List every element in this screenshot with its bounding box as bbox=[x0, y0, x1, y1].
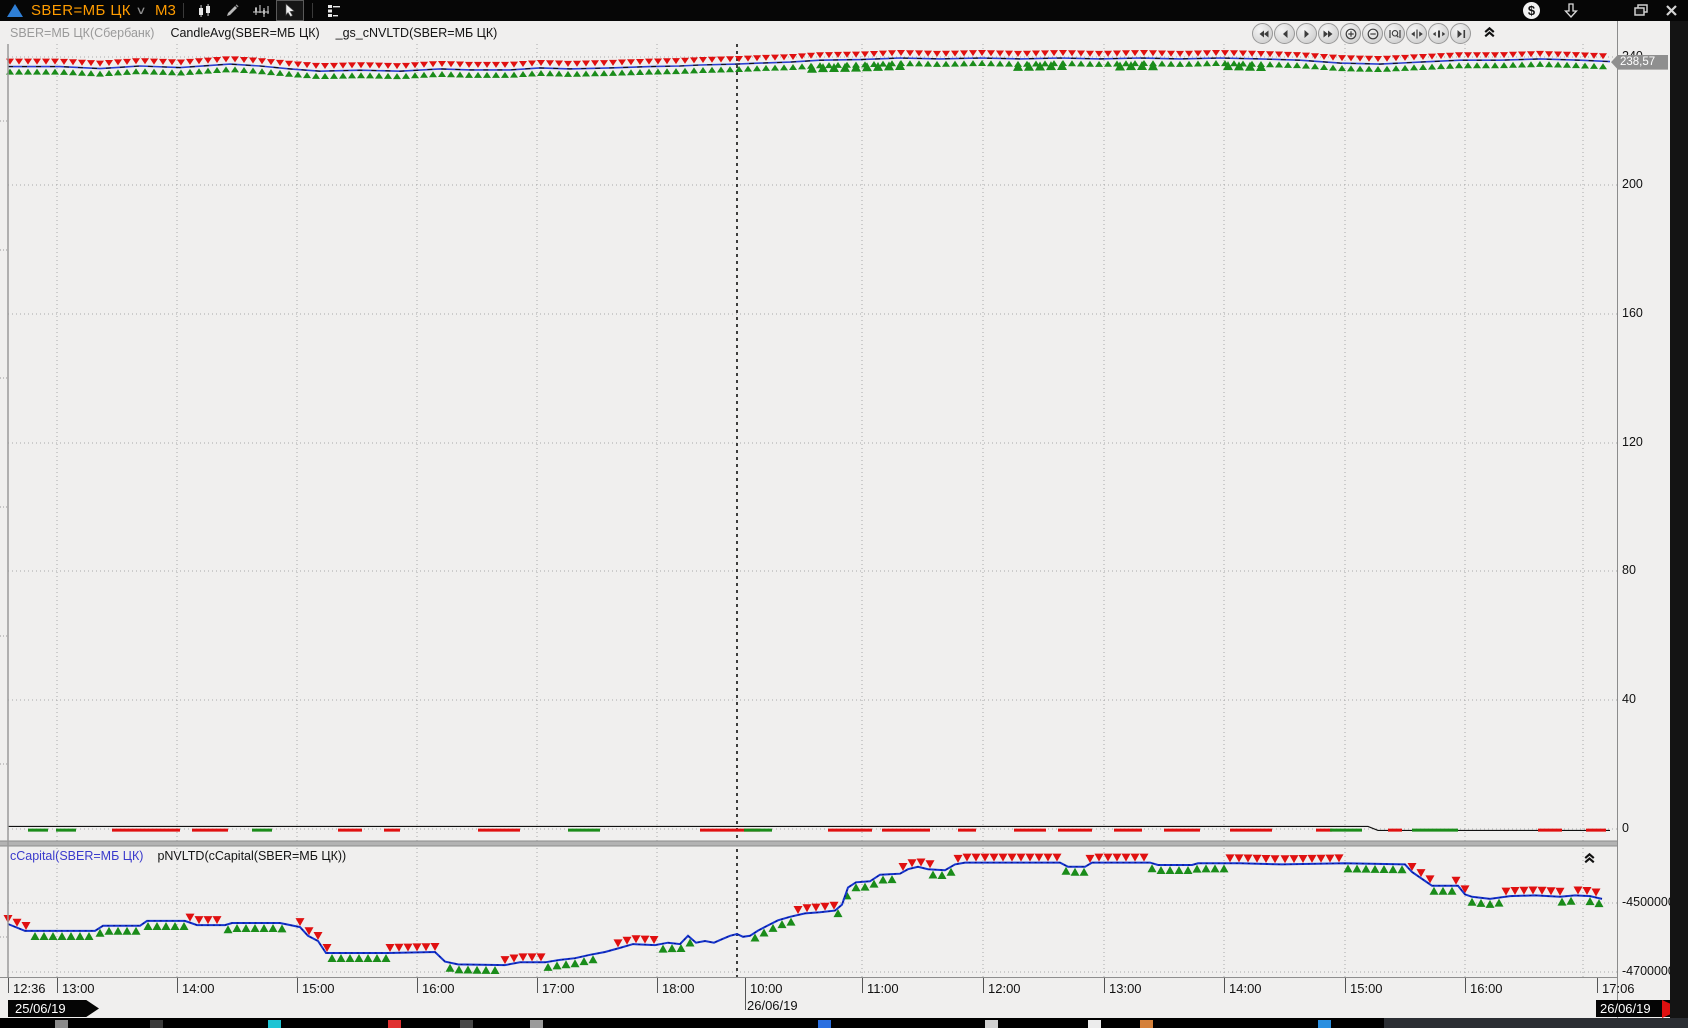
window-right-edge bbox=[1670, 21, 1688, 1018]
sub-chart-legend: cCapital(SBER=МБ ЦК) pNVLTD(cCapital(SBER… bbox=[10, 849, 346, 863]
time-tick bbox=[537, 978, 538, 993]
time-label: 11:00 bbox=[867, 981, 899, 996]
last-price-tag: 238,57 bbox=[1611, 55, 1668, 70]
y-axis-label: 200 bbox=[1622, 177, 1643, 191]
time-tick bbox=[297, 978, 298, 993]
time-label: 14:00 bbox=[182, 981, 215, 996]
y-axis-label: 160 bbox=[1622, 306, 1643, 320]
time-label: 15:00 bbox=[1350, 981, 1383, 996]
legend-item-0: SBER=МБ ЦК(Сбербанк) bbox=[10, 26, 154, 40]
restore-window-icon[interactable] bbox=[1628, 1, 1654, 20]
taskbar-app-icon[interactable] bbox=[530, 1020, 543, 1028]
close-icon[interactable] bbox=[1658, 1, 1684, 20]
instrument-triangle-icon bbox=[7, 4, 23, 17]
taskbar-app-icon[interactable] bbox=[985, 1020, 998, 1028]
time-tick bbox=[862, 978, 863, 993]
end-date-badge: 26/06/19 bbox=[1596, 1000, 1670, 1017]
legend-item-1: CandleAvg(SBER=МБ ЦК) bbox=[170, 26, 319, 40]
zoom-in-button[interactable] bbox=[1340, 23, 1361, 44]
zoom-select-button[interactable] bbox=[1384, 23, 1405, 44]
y-axis-label: 0 bbox=[1622, 821, 1629, 835]
levels-tool-button[interactable] bbox=[321, 1, 347, 20]
taskbar-app-icon[interactable] bbox=[150, 1020, 163, 1028]
time-tick bbox=[1597, 978, 1598, 993]
time-axis: 25/06/19 26/06/19 12:36 13:00 14:00 15:00 16… bbox=[0, 977, 1617, 1019]
download-icon[interactable] bbox=[1558, 1, 1584, 20]
cursor-tool-button[interactable] bbox=[276, 0, 304, 21]
step-forward-fast-button[interactable] bbox=[1318, 23, 1339, 44]
time-tick bbox=[657, 978, 658, 993]
zoom-out-button[interactable] bbox=[1362, 23, 1383, 44]
collapse-main-pane-icon[interactable] bbox=[1482, 24, 1498, 40]
chart-plot-area[interactable] bbox=[0, 44, 1617, 977]
taskbar-app-icon[interactable] bbox=[1140, 1020, 1153, 1028]
compress-candles-button[interactable] bbox=[1428, 23, 1449, 44]
time-label: 10:00 bbox=[750, 981, 783, 996]
time-tick bbox=[57, 978, 58, 993]
chart-nav-toolbar bbox=[1252, 23, 1471, 44]
sub-legend-item-1: pNVLTD(cCapital(SBER=МБ ЦК)) bbox=[157, 849, 346, 863]
trading-terminal-window: SBER=МБ ЦК ∨ М3 $ bbox=[0, 0, 1688, 1028]
strategy-tool-button[interactable] bbox=[248, 1, 274, 20]
time-label: 12:36 bbox=[13, 981, 46, 996]
taskbar-app-icon[interactable] bbox=[818, 1020, 831, 1028]
time-tick bbox=[177, 978, 178, 993]
chevron-down-icon[interactable]: ∨ bbox=[135, 4, 146, 17]
time-tick bbox=[417, 978, 418, 993]
y-axis-label: 40 bbox=[1622, 692, 1636, 706]
symbol-title[interactable]: SBER=МБ ЦК bbox=[31, 2, 131, 19]
time-tick bbox=[8, 978, 9, 993]
step-back-button[interactable] bbox=[1274, 23, 1295, 44]
y-axis-label: 80 bbox=[1622, 563, 1636, 577]
title-bar: SBER=МБ ЦК ∨ М3 $ bbox=[0, 0, 1688, 21]
os-taskbar[interactable] bbox=[0, 1018, 1688, 1028]
time-label: 17:00 bbox=[542, 981, 575, 996]
session-date-label: 26/06/19 bbox=[747, 998, 798, 1013]
compress-horizontal-button[interactable] bbox=[1406, 23, 1427, 44]
time-label: 13:00 bbox=[1109, 981, 1142, 996]
candles-tool-button[interactable] bbox=[192, 1, 218, 20]
pencil-tool-button[interactable] bbox=[220, 1, 246, 20]
time-tick bbox=[1465, 978, 1466, 993]
taskbar-app-icon[interactable] bbox=[388, 1020, 401, 1028]
collapse-sub-pane-icon[interactable] bbox=[1582, 850, 1598, 866]
go-to-end-button[interactable] bbox=[1450, 23, 1471, 44]
time-label: 17:06 bbox=[1602, 981, 1635, 996]
step-forward-button[interactable] bbox=[1296, 23, 1317, 44]
start-date-badge: 25/06/19 bbox=[8, 1000, 99, 1017]
time-tick bbox=[745, 978, 746, 1010]
time-label: 15:00 bbox=[302, 981, 335, 996]
step-back-fast-button[interactable] bbox=[1252, 23, 1273, 44]
time-label: 16:00 bbox=[422, 981, 455, 996]
dollar-icon[interactable]: $ bbox=[1523, 2, 1540, 19]
legend-item-2: _gs_cNVLTD(SBER=МБ ЦК) bbox=[336, 26, 498, 40]
y-axis-label: 120 bbox=[1622, 435, 1643, 449]
time-tick bbox=[1224, 978, 1225, 993]
time-tick bbox=[983, 978, 984, 993]
taskbar-app-icon[interactable] bbox=[268, 1020, 281, 1028]
taskbar-app-icon[interactable] bbox=[460, 1020, 473, 1028]
time-label: 12:00 bbox=[988, 981, 1021, 996]
timeframe-label[interactable]: М3 bbox=[155, 2, 176, 19]
taskbar-app-icon[interactable] bbox=[55, 1020, 68, 1028]
time-label: 13:00 bbox=[62, 981, 95, 996]
taskbar-app-icon[interactable] bbox=[1088, 1020, 1101, 1028]
time-tick bbox=[1104, 978, 1105, 993]
taskbar-app-icon[interactable] bbox=[1318, 1020, 1331, 1028]
time-label: 14:00 bbox=[1229, 981, 1262, 996]
time-label: 16:00 bbox=[1470, 981, 1503, 996]
time-tick bbox=[1345, 978, 1346, 993]
time-label: 18:00 bbox=[662, 981, 695, 996]
price-axis: 24020016012080400-45000000-47000000 bbox=[1617, 21, 1671, 1018]
sub-legend-item-0: cCapital(SBER=МБ ЦК) bbox=[10, 849, 143, 863]
